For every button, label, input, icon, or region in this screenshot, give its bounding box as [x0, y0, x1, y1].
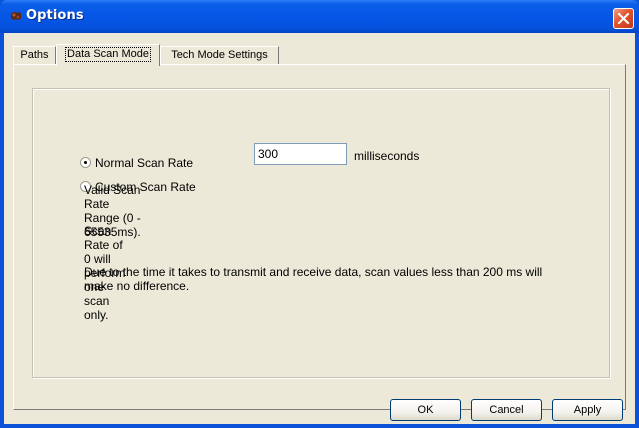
radio-selected-dot — [84, 161, 87, 164]
dialog-client-area: Paths Data Scan Mode Tech Mode Settings … — [4, 33, 635, 424]
close-button[interactable] — [613, 8, 634, 29]
transmit-note-text: Due to the time it takes to transmit and… — [84, 265, 543, 293]
options-dialog: Options Paths Data Scan Mode Tech Mode S… — [0, 0, 639, 428]
ok-button[interactable]: OK — [390, 399, 461, 421]
tab-paths-label: Paths — [20, 49, 49, 61]
tab-data-scan-mode-label: Data Scan Mode — [65, 47, 151, 62]
scan-rate-units: milliseconds — [354, 149, 420, 163]
close-x-icon — [617, 12, 630, 25]
tab-paths[interactable]: Paths — [13, 46, 56, 64]
app-icon — [10, 12, 22, 20]
tab-data-scan-mode[interactable]: Data Scan Mode — [56, 44, 160, 66]
apply-button[interactable]: Apply — [552, 399, 623, 421]
cancel-button[interactable]: Cancel — [471, 399, 542, 421]
window-title: Options — [26, 8, 84, 23]
tab-tech-mode-settings-label: Tech Mode Settings — [171, 49, 268, 61]
title-bar[interactable]: Options — [0, 0, 639, 33]
scan-rate-input[interactable] — [254, 143, 347, 165]
normal-scan-rate-label: Normal Scan Rate — [95, 156, 194, 170]
normal-scan-rate-radio[interactable] — [80, 157, 91, 168]
tab-tech-mode-settings[interactable]: Tech Mode Settings — [160, 46, 279, 64]
